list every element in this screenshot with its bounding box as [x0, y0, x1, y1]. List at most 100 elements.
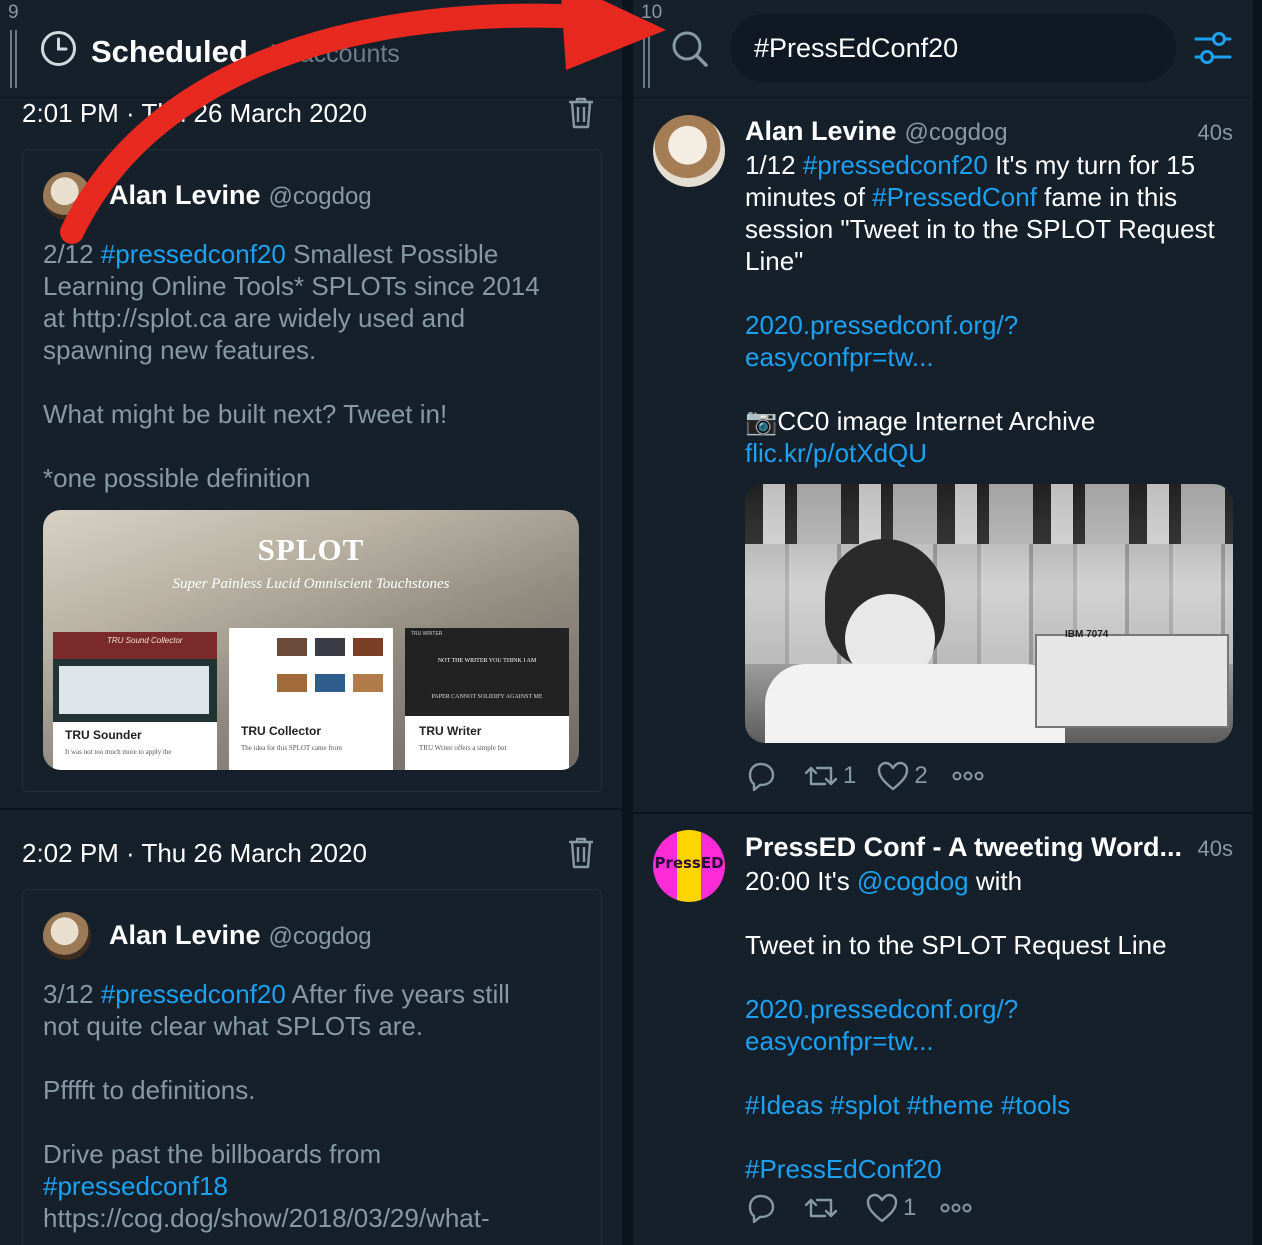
author-name[interactable]: Alan Levine: [745, 116, 897, 146]
image-tile: TRU Collector The idea for this SPLOT ca…: [229, 628, 393, 770]
author-handle[interactable]: @cogdog: [905, 119, 1008, 146]
author-name[interactable]: Alan Levine: [109, 920, 261, 950]
search-value: #PressEdConf20: [754, 33, 959, 63]
tweet-age: 40s: [1197, 120, 1233, 145]
column-header: 9 Scheduled All accounts: [0, 0, 622, 98]
like-count: 2: [914, 762, 928, 789]
search-icon[interactable]: [671, 30, 709, 68]
tweet-photo[interactable]: IBM 7074: [745, 484, 1233, 743]
url-link[interactable]: flic.kr/p/otXdQU: [745, 437, 1237, 469]
author-handle[interactable]: @cogdog: [269, 923, 372, 950]
url-link[interactable]: 2020.pressedconf.org/?: [745, 993, 1237, 1025]
text-line: *one possible definition: [43, 463, 311, 493]
tweet-author: Alan Levine @cogdog: [109, 180, 372, 211]
url-link[interactable]: https://cog.dog/show/2018/03/29/what-: [43, 1202, 583, 1234]
retweet-count: 1: [843, 762, 857, 789]
trash-icon[interactable]: [566, 96, 596, 130]
tweet-actions: 1: [745, 1188, 972, 1228]
text: It's my turn for 15: [987, 150, 1196, 180]
avatar-text: PressED: [654, 854, 724, 872]
avatar[interactable]: [653, 115, 725, 187]
filter-settings-icon[interactable]: [1193, 30, 1233, 66]
hashtag-link[interactable]: #pressedconf20: [101, 239, 286, 269]
tweet-author: Alan Levine @cogdog: [109, 920, 372, 951]
hashtag-link[interactable]: #PressedConf: [872, 182, 1037, 212]
hashtag-link[interactable]: #PressEdConf20: [745, 1153, 1237, 1185]
image-subtitle: Super Painless Lucid Omniscient Touchsto…: [172, 576, 450, 592]
divider: [0, 808, 622, 810]
reply-icon[interactable]: [745, 760, 777, 792]
text-prefix: 2/12: [43, 239, 101, 269]
text-rest: Smallest Possible: [285, 239, 499, 269]
divider: [633, 812, 1253, 814]
url-link[interactable]: 2020.pressedconf.org/?: [745, 309, 1237, 341]
tweet-image[interactable]: SPLOT Super Painless Lucid Omniscient To…: [43, 510, 579, 770]
avatar[interactable]: PressED: [653, 830, 725, 902]
trash-icon[interactable]: [566, 836, 596, 870]
tile-caption: The idea for this SPLOT came from: [241, 744, 342, 752]
scheduled-column: 9 Scheduled All accounts 2:01 PM · Thu 2…: [0, 0, 622, 1245]
hashtag-links[interactable]: #Ideas #splot #theme #tools: [745, 1089, 1237, 1121]
tweet-text: 20:00 It's @cogdog with Tweet in to the …: [745, 865, 1237, 1185]
text: fame in this: [1036, 182, 1178, 212]
tile-caption: It was not too much more to apply the: [65, 748, 172, 756]
text-line: Line": [745, 246, 804, 276]
author-name[interactable]: Alan Levine: [109, 180, 261, 210]
text-line: Learning Online Tools* SPLOTs since 2014: [43, 271, 540, 301]
tweet-text: 2/12 #pressedconf20 Smallest Possible Le…: [43, 238, 583, 494]
search-column: 10 #PressEdConf20 Alan Levine @cogdog 40s…: [633, 0, 1253, 1245]
text-line: session "Tweet in to the SPLOT Request: [745, 214, 1215, 244]
avatar[interactable]: [43, 912, 91, 960]
tweet-text: 1/12 #pressedconf20 It's my turn for 15 …: [745, 149, 1237, 469]
tweet-card[interactable]: Alan Levine @cogdog 2/12 #pressedconf20 S…: [22, 149, 602, 792]
image-title: SPLOT: [257, 532, 365, 567]
author-handle[interactable]: @cogdog: [269, 183, 372, 210]
retweet-button[interactable]: 1: [803, 760, 856, 792]
column-header: 10 #PressEdConf20: [633, 0, 1253, 98]
like-button[interactable]: 1: [865, 1192, 916, 1224]
like-button[interactable]: 2: [876, 760, 928, 792]
author-name[interactable]: PressED Conf - A tweeting Word...: [745, 832, 1182, 862]
hashtag-link[interactable]: #pressedconf20: [101, 979, 286, 1009]
hashtag-link[interactable]: #pressedconf20: [803, 150, 988, 180]
like-icon: [866, 1193, 898, 1223]
search-input[interactable]: #PressEdConf20: [730, 14, 1176, 82]
camera-icon: 📷: [745, 406, 778, 436]
text-prefix: 3/12: [43, 979, 101, 1009]
text-line: not quite clear what SPLOTs are.: [43, 1011, 424, 1041]
tile-header: TRU Sound Collector: [107, 636, 183, 645]
text: minutes of: [745, 182, 873, 212]
text-line: Drive past the billboards from: [43, 1139, 382, 1169]
like-icon: [878, 761, 909, 791]
column-title[interactable]: Scheduled: [91, 34, 248, 70]
drag-handle[interactable]: [10, 30, 17, 88]
tweet-card[interactable]: Alan Levine @cogdog 3/12 #pressedconf20 A…: [22, 889, 602, 1245]
retweet-icon[interactable]: [803, 1192, 839, 1224]
scheduled-time: 2:02 PM · Thu 26 March 2020: [22, 838, 367, 868]
url-link[interactable]: easyconfpr=tw...: [745, 1025, 1237, 1057]
text: CC0 image Internet Archive: [777, 406, 1096, 436]
like-count: 1: [903, 1194, 917, 1221]
more-icon[interactable]: [952, 770, 984, 782]
reply-icon[interactable]: [745, 1192, 777, 1224]
avatar[interactable]: [43, 172, 91, 220]
more-icon[interactable]: [940, 1202, 972, 1214]
text: 20:00 It's: [745, 866, 857, 896]
mention-link[interactable]: @cogdog: [857, 866, 969, 896]
tile-label: TRU Writer: [419, 724, 482, 738]
photo-label: IBM 7074: [1065, 629, 1109, 640]
hashtag-link[interactable]: #pressedconf18: [43, 1170, 583, 1202]
text-line: What might be built next? Tweet in!: [43, 399, 448, 429]
tile-label: TRU Sounder: [65, 728, 142, 742]
tweet-author: Alan Levine @cogdog: [745, 116, 1008, 147]
tile-header: TRU WRITER: [411, 631, 443, 637]
drag-handle[interactable]: [643, 30, 650, 88]
text-line: Tweet in to the SPLOT Request Line: [745, 930, 1167, 960]
tile-caption: TRU Writer offers a simple but: [419, 744, 507, 752]
column-gutter: [622, 0, 633, 1245]
image-tile: TRU WRITER NOT THE WRITER YOU THINK I AM…: [405, 628, 569, 770]
column-index: 10: [641, 2, 663, 23]
tweet-age: 40s: [1197, 836, 1233, 861]
url-link[interactable]: easyconfpr=tw...: [745, 341, 1237, 373]
text-rest: After five years still: [285, 979, 510, 1009]
